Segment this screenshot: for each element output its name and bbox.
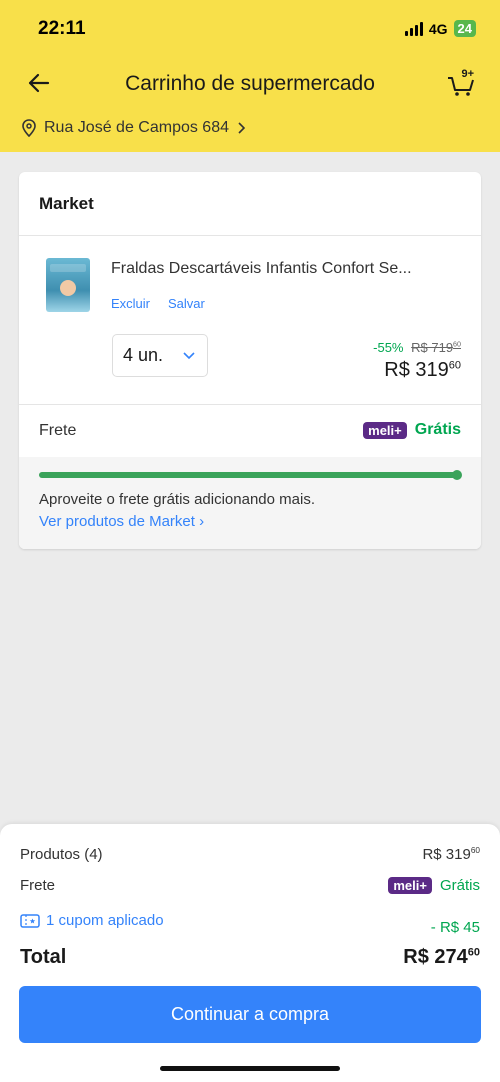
summary-total-row: Total R$ 27460 xyxy=(20,946,480,969)
shipping-progress-bar xyxy=(39,470,462,480)
progress-dot xyxy=(452,470,462,480)
store-name: Market xyxy=(39,194,94,213)
summary-shipping-label: Frete xyxy=(20,877,56,894)
shipping-label: Frete xyxy=(39,422,77,439)
signal-icon xyxy=(404,21,423,36)
price-block: -55% R$ 71960 R$ 31960 xyxy=(373,340,461,382)
current-price: R$ 31960 xyxy=(384,359,461,381)
address-selector[interactable]: Rua José de Campos 684 xyxy=(22,119,245,137)
chevron-right-icon xyxy=(238,122,245,134)
shipping-value: meli+ Grátis xyxy=(363,421,461,439)
status-indicators: 4G 24 xyxy=(404,20,476,37)
divider xyxy=(19,404,481,405)
network-label: 4G xyxy=(428,20,448,37)
divider xyxy=(19,235,481,236)
total-value: R$ 27460 xyxy=(403,946,480,968)
free-shipping-panel: Aproveite o frete grátis adicionando mai… xyxy=(19,457,481,549)
summary-shipping-row: Frete meli+ Grátis xyxy=(20,877,480,894)
products-value: R$ 31960 xyxy=(422,846,480,863)
price-discount-line: -55% R$ 71960 xyxy=(373,340,461,355)
home-indicator xyxy=(160,1066,340,1071)
save-link[interactable]: Salvar xyxy=(168,296,205,311)
summary-shipping-free: Grátis xyxy=(439,877,480,894)
discount-badge: -55% xyxy=(373,340,404,355)
meli-plus-badge: meli+ xyxy=(363,421,407,439)
meli-plus-badge: meli+ xyxy=(388,877,432,894)
address-text: Rua José de Campos 684 xyxy=(44,119,229,136)
total-label: Total xyxy=(20,946,67,968)
shipping-free-label: Grátis xyxy=(414,421,461,438)
cart-store-card: Market Fraldas Descartáveis Infantis Con… xyxy=(19,172,481,549)
order-summary: Produtos (4) R$ 31960 Frete meli+ Grátis… xyxy=(0,824,500,1082)
delete-link[interactable]: Excluir xyxy=(111,296,150,311)
battery-icon: 24 xyxy=(453,20,476,37)
quantity-value: 4 un. xyxy=(123,345,164,365)
chevron-down-icon xyxy=(183,351,195,359)
status-bar: 22:11 4G 24 xyxy=(0,0,500,60)
product-actions: Excluir Salvar xyxy=(111,296,205,311)
quantity-selector[interactable]: 4 un. xyxy=(112,334,208,377)
header: 22:11 4G 24 Carrinho de supermercado 9+ … xyxy=(0,0,500,152)
shipping-message: Aproveite o frete grátis adicionando mai… xyxy=(39,491,315,508)
summary-shipping-value: meli+ Grátis xyxy=(388,877,480,894)
summary-coupon-value-row: - R$ 45 xyxy=(20,918,480,936)
page-title: Carrinho de supermercado xyxy=(125,72,375,95)
product-name[interactable]: Fraldas Descartáveis Infantis Confort Se… xyxy=(111,260,412,278)
continue-purchase-button[interactable]: Continuar a compra xyxy=(19,986,481,1043)
products-label: Produtos (4) xyxy=(20,846,103,863)
old-price: R$ 71960 xyxy=(411,340,461,355)
see-market-products-link[interactable]: Ver produtos de Market › xyxy=(39,513,204,530)
summary-products-row: Produtos (4) R$ 31960 xyxy=(20,846,480,863)
status-time: 22:11 xyxy=(38,18,86,39)
location-pin-icon xyxy=(22,119,36,137)
cart-count-badge: 9+ xyxy=(461,68,474,80)
chevron-right-icon: › xyxy=(199,513,205,530)
coupon-discount-value: - R$ 45 xyxy=(430,919,480,936)
shipping-progress-fill xyxy=(39,470,462,480)
product-image[interactable] xyxy=(46,258,90,312)
